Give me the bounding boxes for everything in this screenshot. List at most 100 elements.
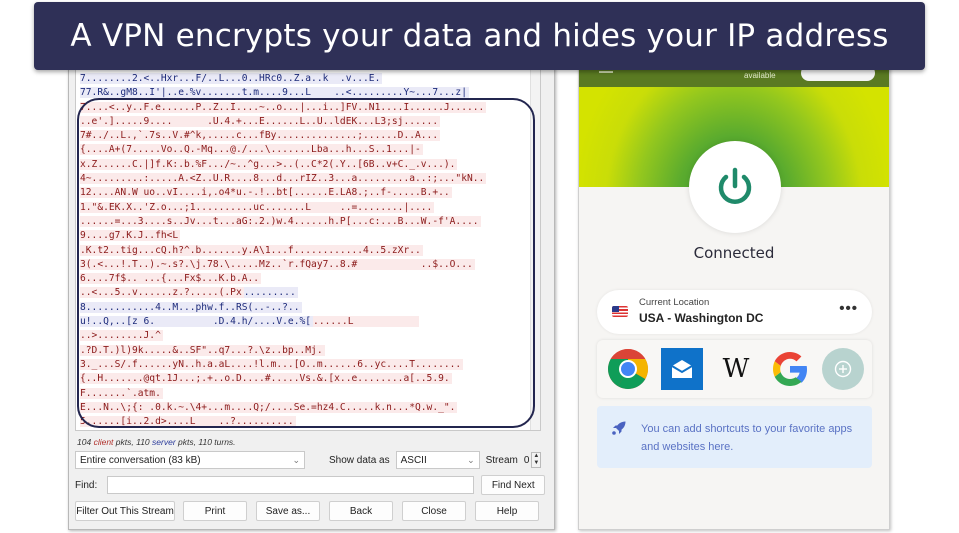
stream-line: 5......[i..2.d>....L ..?.......... <box>80 415 486 429</box>
client-data: 12....AN.W uo..vI....i,.o4*u.-.!..bt[...… <box>80 187 452 199</box>
title-banner: A VPN encrypts your data and hides your … <box>34 2 925 70</box>
conversation-select-value: Entire conversation (83 kB) <box>80 454 201 466</box>
server-count: 110 <box>136 437 150 447</box>
stream-number-input[interactable]: 0 <box>524 455 530 466</box>
banner-title: A VPN encrypts your data and hides your … <box>70 18 889 54</box>
action-buttons-row: Filter Out This Stream Print Save as... … <box>75 501 549 521</box>
power-icon <box>718 167 752 204</box>
stream-line: 3(.<...!.T..).~.s?.\j.78.\.....Mz..`r.fQ… <box>80 258 486 272</box>
stream-line: ..e'.].....9.... .U.4.+...E......L..U..l… <box>80 115 486 129</box>
rocket-icon <box>612 421 626 435</box>
location-value: USA - Washington DC <box>639 311 764 325</box>
client-data: F.......`.atm. <box>80 387 163 399</box>
save-as-button[interactable]: Save as... <box>256 501 320 521</box>
stream-line: {..H.......@qt.1J...;.+..o.D....#.....Vs… <box>80 372 486 386</box>
find-row: Find: Find Next <box>75 475 549 495</box>
stream-line: ..<...5..v......z.?.....(.Px......... <box>80 286 486 300</box>
stream-line: 7....<..y..F.e......P..Z..I....~..o...|.… <box>80 101 487 115</box>
power-button[interactable] <box>689 141 781 233</box>
stream-line: u!..Q,..[z 6. .D.4.h/....V.e.%[......L <box>80 315 486 329</box>
client-data: 7#../..L.,`.7s..V.#^k,.....c...fBy......… <box>80 130 441 142</box>
chrome-icon <box>608 349 648 389</box>
shortcut-wikipedia[interactable]: W <box>715 348 757 390</box>
stream-line: {....A+(7.....Vo..Q.-Mq...@./...\.......… <box>80 143 486 157</box>
tip-text: You can add shortcuts to your favorite a… <box>641 423 853 453</box>
mail-icon <box>671 360 693 378</box>
shortcut-mail[interactable] <box>661 348 703 390</box>
vpn-app-window: available Connected Current Location USA… <box>578 60 890 530</box>
client-data: 1."&.EK.X..'Z.o...;1..........uc.......L… <box>80 201 435 213</box>
show-data-label: Show data as <box>329 454 390 466</box>
menu-icon[interactable] <box>599 71 613 73</box>
shortcut-chrome[interactable] <box>607 348 649 390</box>
us-flag-icon <box>612 306 628 317</box>
client-data: 7....<..y..F.e......P..Z..I....~..o...|.… <box>80 101 487 113</box>
server-label: server <box>152 437 176 447</box>
spin-down-icon[interactable]: ▼ <box>533 460 539 467</box>
stream-line: 7........2.<..Hxr...F/..L...0..HRc0..Z.a… <box>80 72 486 86</box>
wireshark-follow-stream-window: 7........2.<..Hxr...F/..L...0..HRc0..Z.a… <box>68 60 555 530</box>
client-data: 9....g7.K.J..fh<L <box>80 230 181 242</box>
client-data: 3(.<...!.T..).~.s?.\j.78.\.....Mz..`r.fQ… <box>80 258 475 270</box>
client-data: 6....7f$.. ...{...Fx$...K.b.A.. <box>80 273 262 285</box>
conversation-select[interactable]: Entire conversation (83 kB) ⌄ <box>75 451 305 469</box>
find-next-button[interactable]: Find Next <box>481 475 546 495</box>
client-data: {..H.......@qt.1J...;.+..o.D....#.....Vs… <box>80 373 452 385</box>
server-data: u!..Q,..[z 6. .D.4.h/....V.e.%[ <box>80 316 314 328</box>
client-data: 4~.........:.....A.<Z..U.R....8...d...rI… <box>80 173 487 185</box>
filter-out-stream-button[interactable]: Filter Out This Stream <box>75 501 175 521</box>
client-label: client <box>93 437 114 447</box>
stream-line: ......=...3....s..Jv...t...aG:.2.)w.4...… <box>80 215 486 229</box>
shortcuts-tip: You can add shortcuts to your favorite a… <box>597 406 872 468</box>
current-location-card[interactable]: Current Location USA - Washington DC ••• <box>597 290 872 334</box>
server-data: ......... <box>243 287 298 299</box>
show-data-value: ASCII <box>400 454 427 466</box>
shortcuts-bar: W <box>597 340 872 398</box>
find-label: Find: <box>75 479 98 491</box>
stream-line: 4~.........:.....A.<Z..U.R....8...d...rI… <box>80 172 487 186</box>
update-available-text: available <box>744 71 776 80</box>
stream-line: 6....7f$.. ...{...Fx$...K.b.A.. <box>80 272 486 286</box>
more-options-icon[interactable]: ••• <box>839 300 858 317</box>
stream-scrollbar[interactable] <box>530 70 540 430</box>
pkts-label: pkts, <box>115 437 134 447</box>
stream-line: ..>........J.^ <box>80 329 486 343</box>
client-data: 3._...S/.f......yN..h.a.aL....!l.m...[O.… <box>80 358 464 370</box>
google-icon <box>773 352 807 386</box>
stream-line: 77.R&..gM8..I'|..e.%v.......t.m....9...L… <box>80 86 486 100</box>
client-data: x.Z......C.|]f.K:.b.%F.../~..^g...>..(..… <box>80 158 458 170</box>
server-data: 7........2.<..Hxr...F/..L...0..HRc0..Z.a… <box>80 73 383 84</box>
stream-lines: 7........2.<..Hxr...F/..L...0..HRc0..Z.a… <box>80 72 487 431</box>
location-label: Current Location <box>639 297 710 308</box>
shortcut-add[interactable] <box>822 348 864 390</box>
stream-line: 8............4..M...phw.f..RS(..-..?.. <box>80 301 486 315</box>
help-button[interactable]: Help <box>475 501 539 521</box>
wikipedia-icon: W <box>722 354 750 384</box>
stream-line: x.Z......C.|]f.K:.b.%F.../~..^g...>..(..… <box>80 158 486 172</box>
stream-line: .?D.T.)l)9k.....&..SF"..q7...?.\z..bp..M… <box>80 344 486 358</box>
client-data: ..>........J.^ <box>80 330 163 342</box>
stream-line: E...N..\;{: .0.k.~.\4+...m....Q;/....Se.… <box>80 401 486 415</box>
shortcut-google[interactable] <box>769 348 811 390</box>
stream-line: F.......`.atm. <box>80 387 486 401</box>
client-data: ......L <box>313 316 420 328</box>
stream-content-area: 7........2.<..Hxr...F/..L...0..HRc0..Z.a… <box>75 69 541 431</box>
print-button[interactable]: Print <box>183 501 247 521</box>
client-count: 104 <box>77 437 92 447</box>
stream-spinner[interactable]: ▲ ▼ <box>531 452 542 468</box>
find-input[interactable] <box>107 476 475 494</box>
server-data: 8............4..M...phw.f..RS(..-..?.. <box>80 301 302 313</box>
close-button[interactable]: Close <box>402 501 466 521</box>
spin-up-icon[interactable]: ▲ <box>533 453 539 460</box>
client-data: E...N..\;{: .0.k.~.\4+...m....Q;/....Se.… <box>80 401 458 413</box>
stream-line: ...#c0.TY.....Z....J.t...o..Qo....w.$...… <box>80 429 486 431</box>
back-button[interactable]: Back <box>329 501 393 521</box>
client-data: ...#c0.TY.....Z....J.t...o..Qo....w.$...… <box>80 430 319 431</box>
connection-status: Connected <box>693 244 775 262</box>
stream-line: 7#../..L.,`.7s..V.#^k,.....c...fBy......… <box>80 129 486 143</box>
stream-line: 1."&.EK.X..'Z.o...;1..........uc.......L… <box>80 201 486 215</box>
chevron-down-icon: ⌄ <box>467 454 475 465</box>
pkts-label: pkts, <box>178 437 196 447</box>
show-data-select[interactable]: ASCII ⌄ <box>395 451 480 469</box>
stream-line: 9....g7.K.J..fh<L <box>80 229 486 243</box>
